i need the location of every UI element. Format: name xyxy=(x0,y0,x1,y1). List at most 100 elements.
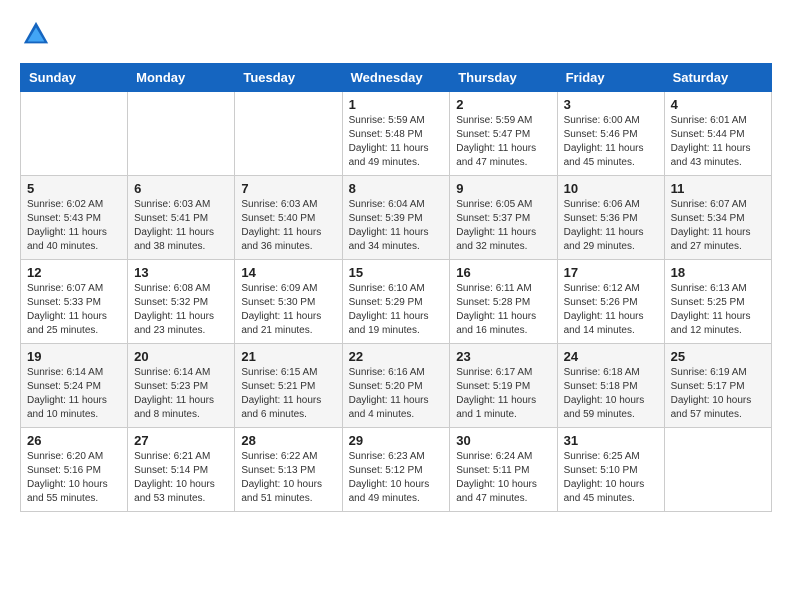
day-number: 15 xyxy=(349,265,444,280)
calendar-cell: 11 Sunrise: 6:07 AM Sunset: 5:34 PM Dayli… xyxy=(664,176,771,260)
calendar-cell: 23 Sunrise: 6:17 AM Sunset: 5:19 PM Dayli… xyxy=(450,344,557,428)
day-info: Sunrise: 6:19 AM Sunset: 5:17 PM Dayligh… xyxy=(671,366,765,422)
day-number: 22 xyxy=(349,349,444,364)
day-info: Sunrise: 6:25 AM Sunset: 5:10 PM Dayligh… xyxy=(564,450,658,506)
calendar-cell: 1 Sunrise: 5:59 AM Sunset: 5:48 PM Daylig… xyxy=(342,92,450,176)
day-info: Sunrise: 6:22 AM Sunset: 5:13 PM Dayligh… xyxy=(241,450,335,506)
calendar-cell: 27Sunrise: 6:21 AM Sunset: 5:14 PM Dayli… xyxy=(128,428,235,512)
day-info: Sunrise: 6:16 AM Sunset: 5:20 PM Dayligh… xyxy=(349,366,444,422)
day-number: 31 xyxy=(564,433,658,448)
day-number: 1 xyxy=(349,97,444,112)
calendar-cell: 5 Sunrise: 6:02 AM Sunset: 5:43 PM Daylig… xyxy=(21,176,128,260)
calendar-cell: 22 Sunrise: 6:16 AM Sunset: 5:20 PM Dayli… xyxy=(342,344,450,428)
day-info: Sunrise: 6:02 AM Sunset: 5:43 PM Dayligh… xyxy=(27,198,121,254)
day-number: 16 xyxy=(456,265,550,280)
day-number: 23 xyxy=(456,349,550,364)
day-number: 4 xyxy=(671,97,765,112)
day-info: Sunrise: 6:20 AM Sunset: 5:16 PM Dayligh… xyxy=(27,450,121,506)
calendar-cell: 17Sunrise: 6:12 AM Sunset: 5:26 PM Dayli… xyxy=(557,260,664,344)
weekday-header-wednesday: Wednesday xyxy=(342,64,450,92)
day-number: 30 xyxy=(456,433,550,448)
calendar-body: 1 Sunrise: 5:59 AM Sunset: 5:48 PM Daylig… xyxy=(21,92,772,512)
calendar-table: SundayMondayTuesdayWednesdayThursdayFrid… xyxy=(20,63,772,512)
day-number: 26 xyxy=(27,433,121,448)
calendar-cell: 4 Sunrise: 6:01 AM Sunset: 5:44 PM Daylig… xyxy=(664,92,771,176)
calendar-cell: 3Sunrise: 6:00 AM Sunset: 5:46 PM Daylig… xyxy=(557,92,664,176)
weekday-header-thursday: Thursday xyxy=(450,64,557,92)
calendar-cell: 21 Sunrise: 6:15 AM Sunset: 5:21 PM Dayli… xyxy=(235,344,342,428)
calendar-cell xyxy=(128,92,235,176)
day-info: Sunrise: 6:03 AM Sunset: 5:41 PM Dayligh… xyxy=(134,198,228,254)
calendar-cell: 14 Sunrise: 6:09 AM Sunset: 5:30 PM Dayli… xyxy=(235,260,342,344)
calendar-cell: 29 Sunrise: 6:23 AM Sunset: 5:12 PM Dayli… xyxy=(342,428,450,512)
day-info: Sunrise: 6:07 AM Sunset: 5:34 PM Dayligh… xyxy=(671,198,765,254)
weekday-header-tuesday: Tuesday xyxy=(235,64,342,92)
weekday-header-saturday: Saturday xyxy=(664,64,771,92)
day-info: Sunrise: 6:12 AM Sunset: 5:26 PM Dayligh… xyxy=(564,282,658,338)
calendar-cell: 13 Sunrise: 6:08 AM Sunset: 5:32 PM Dayli… xyxy=(128,260,235,344)
calendar-cell: 31 Sunrise: 6:25 AM Sunset: 5:10 PM Dayli… xyxy=(557,428,664,512)
calendar-cell xyxy=(21,92,128,176)
day-info: Sunrise: 6:09 AM Sunset: 5:30 PM Dayligh… xyxy=(241,282,335,338)
day-info: Sunrise: 6:13 AM Sunset: 5:25 PM Dayligh… xyxy=(671,282,765,338)
calendar-cell: 20 Sunrise: 6:14 AM Sunset: 5:23 PM Dayli… xyxy=(128,344,235,428)
day-number: 2 xyxy=(456,97,550,112)
calendar-cell: 16Sunrise: 6:11 AM Sunset: 5:28 PM Dayli… xyxy=(450,260,557,344)
weekday-header-monday: Monday xyxy=(128,64,235,92)
calendar-week-row: 1 Sunrise: 5:59 AM Sunset: 5:48 PM Daylig… xyxy=(21,92,772,176)
page-header xyxy=(20,20,772,53)
day-number: 27 xyxy=(134,433,228,448)
day-number: 10 xyxy=(564,181,658,196)
day-number: 11 xyxy=(671,181,765,196)
day-info: Sunrise: 6:15 AM Sunset: 5:21 PM Dayligh… xyxy=(241,366,335,422)
day-number: 29 xyxy=(349,433,444,448)
day-number: 5 xyxy=(27,181,121,196)
day-number: 7 xyxy=(241,181,335,196)
day-info: Sunrise: 6:18 AM Sunset: 5:18 PM Dayligh… xyxy=(564,366,658,422)
calendar-cell: 7 Sunrise: 6:03 AM Sunset: 5:40 PM Daylig… xyxy=(235,176,342,260)
day-number: 21 xyxy=(241,349,335,364)
day-info: Sunrise: 6:10 AM Sunset: 5:29 PM Dayligh… xyxy=(349,282,444,338)
day-number: 28 xyxy=(241,433,335,448)
calendar-cell: 15 Sunrise: 6:10 AM Sunset: 5:29 PM Dayli… xyxy=(342,260,450,344)
calendar-cell: 30Sunrise: 6:24 AM Sunset: 5:11 PM Dayli… xyxy=(450,428,557,512)
day-number: 20 xyxy=(134,349,228,364)
day-info: Sunrise: 6:14 AM Sunset: 5:24 PM Dayligh… xyxy=(27,366,121,422)
day-number: 24 xyxy=(564,349,658,364)
calendar-cell: 18 Sunrise: 6:13 AM Sunset: 5:25 PM Dayli… xyxy=(664,260,771,344)
day-number: 14 xyxy=(241,265,335,280)
calendar-cell: 25 Sunrise: 6:19 AM Sunset: 5:17 PM Dayli… xyxy=(664,344,771,428)
day-number: 9 xyxy=(456,181,550,196)
day-number: 18 xyxy=(671,265,765,280)
calendar-cell: 6 Sunrise: 6:03 AM Sunset: 5:41 PM Daylig… xyxy=(128,176,235,260)
day-number: 25 xyxy=(671,349,765,364)
day-info: Sunrise: 6:07 AM Sunset: 5:33 PM Dayligh… xyxy=(27,282,121,338)
day-info: Sunrise: 6:23 AM Sunset: 5:12 PM Dayligh… xyxy=(349,450,444,506)
day-info: Sunrise: 6:14 AM Sunset: 5:23 PM Dayligh… xyxy=(134,366,228,422)
day-info: Sunrise: 6:03 AM Sunset: 5:40 PM Dayligh… xyxy=(241,198,335,254)
calendar-cell: 24 Sunrise: 6:18 AM Sunset: 5:18 PM Dayli… xyxy=(557,344,664,428)
day-info: Sunrise: 6:06 AM Sunset: 5:36 PM Dayligh… xyxy=(564,198,658,254)
weekday-header-friday: Friday xyxy=(557,64,664,92)
calendar-week-row: 19Sunrise: 6:14 AM Sunset: 5:24 PM Dayli… xyxy=(21,344,772,428)
calendar-week-row: 12 Sunrise: 6:07 AM Sunset: 5:33 PM Dayli… xyxy=(21,260,772,344)
day-info: Sunrise: 6:01 AM Sunset: 5:44 PM Dayligh… xyxy=(671,114,765,170)
day-info: Sunrise: 6:04 AM Sunset: 5:39 PM Dayligh… xyxy=(349,198,444,254)
logo xyxy=(20,20,50,53)
day-number: 6 xyxy=(134,181,228,196)
calendar-cell xyxy=(664,428,771,512)
weekday-header-sunday: Sunday xyxy=(21,64,128,92)
calendar-cell: 19Sunrise: 6:14 AM Sunset: 5:24 PM Dayli… xyxy=(21,344,128,428)
calendar-week-row: 26 Sunrise: 6:20 AM Sunset: 5:16 PM Dayli… xyxy=(21,428,772,512)
day-info: Sunrise: 6:17 AM Sunset: 5:19 PM Dayligh… xyxy=(456,366,550,422)
day-info: Sunrise: 6:05 AM Sunset: 5:37 PM Dayligh… xyxy=(456,198,550,254)
calendar-cell: 26 Sunrise: 6:20 AM Sunset: 5:16 PM Dayli… xyxy=(21,428,128,512)
calendar-cell: 12 Sunrise: 6:07 AM Sunset: 5:33 PM Dayli… xyxy=(21,260,128,344)
day-info: Sunrise: 5:59 AM Sunset: 5:48 PM Dayligh… xyxy=(349,114,444,170)
calendar-cell: 8Sunrise: 6:04 AM Sunset: 5:39 PM Daylig… xyxy=(342,176,450,260)
day-number: 3 xyxy=(564,97,658,112)
day-number: 12 xyxy=(27,265,121,280)
logo-icon xyxy=(22,20,50,48)
day-info: Sunrise: 6:08 AM Sunset: 5:32 PM Dayligh… xyxy=(134,282,228,338)
day-number: 13 xyxy=(134,265,228,280)
